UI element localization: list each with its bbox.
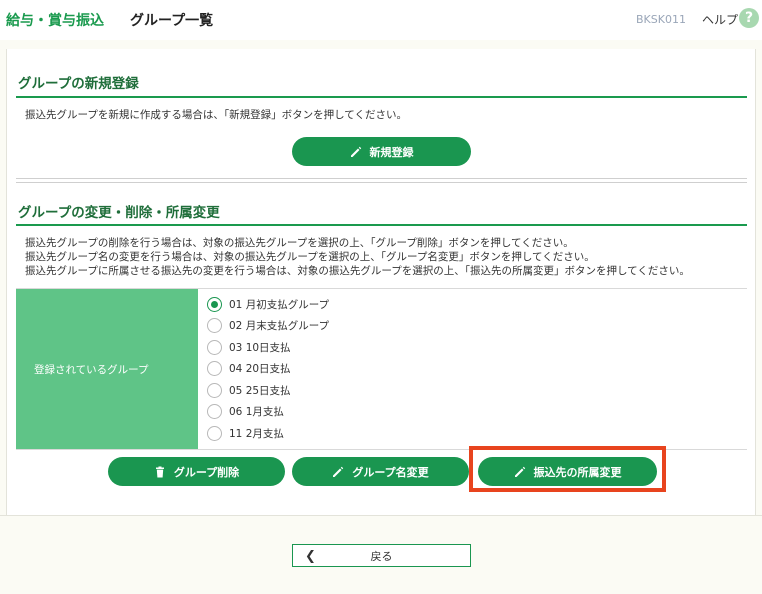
group-option-label: 05 25日支払 xyxy=(229,384,291,397)
reassign-payees-label: 振込先の所属変更 xyxy=(533,465,622,479)
group-option-05[interactable]: 05 25日支払 xyxy=(207,381,291,399)
group-table-header: 登録されているグループ xyxy=(16,289,198,449)
section-divider xyxy=(16,178,747,183)
section-rule xyxy=(16,96,747,98)
section-title-modify: グループの変更・削除・所属変更 xyxy=(18,205,220,221)
radio-button[interactable] xyxy=(207,403,222,419)
group-option-02[interactable]: 02 月末支払グループ xyxy=(207,316,329,334)
chevron-left-icon: ❮ xyxy=(305,549,316,564)
modify-description-3: 振込先グループに所属させる振込先の変更を行う場合は、対象の振込先グループを選択の… xyxy=(25,265,690,277)
pencil-icon xyxy=(514,466,525,477)
group-option-11[interactable]: 11 2月支払 xyxy=(207,424,284,442)
new-registration-description: 振込先グループを新規に作成する場合は、「新規登録」ボタンを押してください。 xyxy=(25,109,407,121)
help-circle-icon[interactable]: ? xyxy=(739,8,759,28)
rename-group-label: グループ名変更 xyxy=(352,465,429,479)
group-option-04[interactable]: 04 20日支払 xyxy=(207,359,291,377)
modify-description-2: 振込先グループ名の変更を行う場合は、対象の振込先グループを選択の上、「グループ名… xyxy=(25,251,595,263)
delete-group-button[interactable]: グループ削除 xyxy=(108,457,285,486)
radio-button[interactable] xyxy=(207,425,222,441)
radio-button-selected[interactable] xyxy=(207,296,222,312)
radio-button[interactable] xyxy=(207,382,222,398)
help-link[interactable]: ヘルプ xyxy=(702,11,738,28)
pencil-icon xyxy=(350,146,361,157)
group-option-label: 04 20日支払 xyxy=(229,362,291,375)
rename-group-button[interactable]: グループ名変更 xyxy=(292,457,469,486)
group-option-label: 06 1月支払 xyxy=(229,405,284,418)
group-option-label: 02 月末支払グループ xyxy=(229,319,330,332)
trash-icon xyxy=(155,466,164,477)
screen-id: BKSK011 xyxy=(636,13,686,26)
reassign-payees-button[interactable]: 振込先の所属変更 xyxy=(478,457,657,486)
radio-button[interactable] xyxy=(207,339,222,355)
new-registration-label: 新規登録 xyxy=(369,145,414,159)
back-label: 戻る xyxy=(370,549,393,563)
group-option-label: 03 10日支払 xyxy=(229,341,291,354)
radio-button[interactable] xyxy=(207,317,222,333)
service-brand[interactable]: 給与・賞与振込 xyxy=(6,10,104,30)
group-option-01[interactable]: 01 月初支払グループ xyxy=(207,295,329,313)
group-option-06[interactable]: 06 1月支払 xyxy=(207,402,284,420)
group-option-03[interactable]: 03 10日支払 xyxy=(207,338,291,356)
page-title: グループ一覧 xyxy=(130,13,214,29)
group-option-label: 01 月初支払グループ xyxy=(229,298,330,311)
top-bar: 給与・賞与振込 グループ一覧 BKSK011 ヘルプ ? xyxy=(0,0,762,40)
new-registration-button[interactable]: 新規登録 xyxy=(292,137,471,166)
section-title-new: グループの新規登録 xyxy=(18,76,139,92)
group-option-label: 11 2月支払 xyxy=(229,427,284,440)
delete-group-label: グループ削除 xyxy=(173,465,240,479)
radio-button[interactable] xyxy=(207,360,222,376)
section-rule xyxy=(16,224,747,226)
modify-description-1: 振込先グループの削除を行う場合は、対象の振込先グループを選択の上、「グループ削除… xyxy=(25,237,574,249)
back-button[interactable]: ❮ 戻る xyxy=(292,544,471,567)
pencil-icon xyxy=(333,466,344,477)
group-table: 登録されているグループ 01 月初支払グループ 02 月末支払グループ 03 1… xyxy=(16,288,747,450)
